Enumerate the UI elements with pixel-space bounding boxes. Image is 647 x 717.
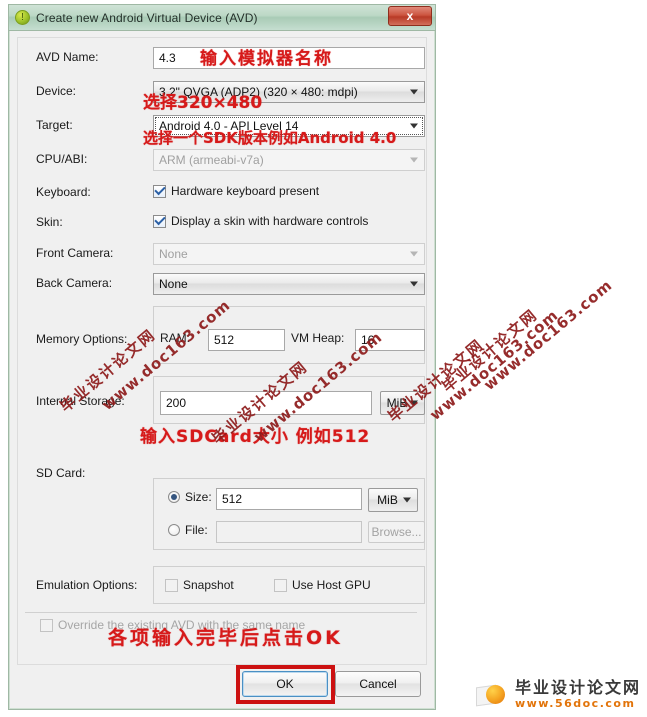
ok-highlight-box	[236, 665, 335, 704]
watermark-far-url: www.doc163.com	[480, 276, 616, 394]
close-icon[interactable]: x	[388, 6, 432, 26]
sd-card-label: SD Card:	[36, 466, 86, 480]
site-logo: 毕业设计论文网 www.56doc.com	[475, 678, 641, 710]
sd-card-label-row: SD Card:	[36, 466, 85, 480]
target-label: Target:	[36, 118, 73, 132]
back-camera-select-value: None	[159, 277, 188, 291]
chevron-down-icon	[410, 281, 418, 287]
logo-cn-text: 毕业设计论文网	[514, 678, 641, 697]
target-label-row: Target:	[36, 118, 73, 132]
sd-file-radio-row[interactable]: File:	[168, 523, 208, 537]
annotation-ok: 各项输入完毕后点击OK	[108, 627, 343, 649]
screenshot-root: ! Create new Android Virtual Device (AVD…	[0, 0, 647, 717]
cpu-abi-select-value: ARM (armeabi-v7a)	[159, 153, 264, 167]
front-camera-label: Front Camera:	[36, 246, 114, 260]
internal-storage-label-row: Internal Storage:	[36, 394, 125, 408]
internal-storage-input[interactable]: 200	[160, 391, 372, 415]
annotation-device: 选择320×480	[143, 93, 263, 113]
back-camera-label-row: Back Camera:	[36, 276, 112, 290]
hardware-keyboard-checkbox[interactable]	[153, 184, 166, 198]
cpu-abi-label-row: CPU/ABI:	[36, 152, 87, 166]
snapshot-checkbox[interactable]	[165, 578, 178, 592]
device-label-row: Device:	[36, 84, 76, 98]
device-label: Device:	[36, 84, 77, 98]
logo-url-text: www.56doc.com	[514, 697, 636, 710]
sd-browse-button[interactable]: Browse...	[368, 521, 425, 543]
skin-label-row: Skin:	[36, 215, 63, 229]
sd-size-unit-select[interactable]: MiB	[368, 488, 418, 512]
front-camera-select-value: None	[159, 247, 188, 261]
emulation-options-label: Emulation Options:	[36, 578, 138, 592]
annotation-avd-name: 输入模拟器名称	[200, 49, 333, 69]
annotation-sd-card: 输入SDCard大小 例如512	[140, 427, 371, 447]
keyboard-label: Keyboard:	[36, 185, 91, 199]
watermark-far-cn: 毕业设计论文网	[437, 304, 542, 397]
internal-storage-unit-select[interactable]: MiB	[380, 391, 425, 415]
override-avd-checkbox[interactable]	[40, 618, 53, 632]
use-host-gpu-checkbox[interactable]	[274, 578, 287, 592]
front-camera-select: None	[153, 243, 425, 265]
logo-text-block: 毕业设计论文网 www.56doc.com	[514, 678, 641, 710]
watermark-right-url-text: www.doc163.com	[426, 305, 562, 424]
ram-label-row: RAM:	[160, 331, 190, 345]
cancel-button[interactable]: Cancel	[335, 671, 421, 697]
watermark-right-url: www.doc163.com	[426, 306, 562, 424]
watermark-far-cn-text: 毕业设计论文网	[438, 305, 542, 396]
skin-checkbox-row[interactable]: Display a skin with hardware controls	[153, 214, 368, 228]
chevron-down-icon	[403, 497, 411, 503]
sd-size-radio-row[interactable]: Size:	[168, 490, 212, 504]
ram-label: RAM:	[160, 331, 190, 345]
host-gpu-checkbox-row[interactable]: Use Host GPU	[274, 578, 371, 592]
back-camera-label: Back Camera:	[36, 276, 113, 290]
sd-file-input[interactable]	[216, 521, 362, 543]
logo-icon	[475, 682, 510, 708]
sd-size-radio[interactable]	[168, 491, 180, 503]
vm-heap-label-row: VM Heap:	[291, 331, 344, 345]
cpu-abi-select: ARM (armeabi-v7a)	[153, 149, 425, 171]
watermark-far-url-text: www.doc163.com	[480, 275, 616, 394]
avd-name-label: AVD Name:	[36, 50, 99, 64]
use-host-gpu-label: Use Host GPU	[292, 578, 371, 592]
chevron-down-icon	[410, 157, 418, 163]
skin-label: Skin:	[36, 215, 63, 229]
sd-size-input[interactable]: 512	[216, 488, 362, 510]
title-bar: ! Create new Android Virtual Device (AVD…	[9, 5, 435, 31]
memory-options-label: Memory Options:	[36, 332, 128, 346]
display-skin-label: Display a skin with hardware controls	[171, 214, 369, 228]
hardware-keyboard-label: Hardware keyboard present	[171, 184, 320, 198]
window-title: Create new Android Virtual Device (AVD)	[36, 10, 258, 25]
display-skin-checkbox[interactable]	[153, 214, 166, 228]
android-avd-icon: !	[15, 10, 30, 25]
keyboard-label-row: Keyboard:	[36, 185, 91, 199]
sd-size-label: Size:	[185, 490, 212, 504]
internal-storage-label: Internal Storage:	[36, 394, 125, 408]
keyboard-checkbox-row[interactable]: Hardware keyboard present	[153, 184, 319, 198]
back-camera-select[interactable]: None	[153, 273, 425, 295]
internal-storage-unit-value: MiB	[386, 396, 408, 410]
vm-heap-label: VM Heap:	[291, 331, 345, 345]
snapshot-checkbox-row[interactable]: Snapshot	[165, 578, 234, 592]
emulation-options-label-row: Emulation Options:	[36, 578, 137, 592]
chevron-down-icon	[410, 89, 418, 95]
chevron-down-icon	[410, 251, 418, 257]
chevron-down-icon	[410, 123, 418, 129]
sd-file-radio[interactable]	[168, 524, 180, 536]
chevron-down-icon	[410, 400, 418, 406]
footer-divider	[25, 612, 417, 613]
ram-input[interactable]: 512	[208, 329, 285, 351]
snapshot-label: Snapshot	[183, 578, 234, 592]
front-camera-label-row: Front Camera:	[36, 246, 113, 260]
vm-heap-input[interactable]: 16	[355, 329, 425, 351]
cpu-abi-label: CPU/ABI:	[36, 152, 88, 166]
logo-ball-shape	[485, 684, 505, 704]
sd-size-unit-value: MiB	[377, 493, 398, 507]
avd-name-label-row: AVD Name:	[36, 50, 98, 64]
memory-options-label-row: Memory Options:	[36, 332, 127, 346]
annotation-target: 选择一个SDK版本例如Android 4.0	[143, 129, 397, 147]
sd-file-label: File:	[185, 523, 208, 537]
